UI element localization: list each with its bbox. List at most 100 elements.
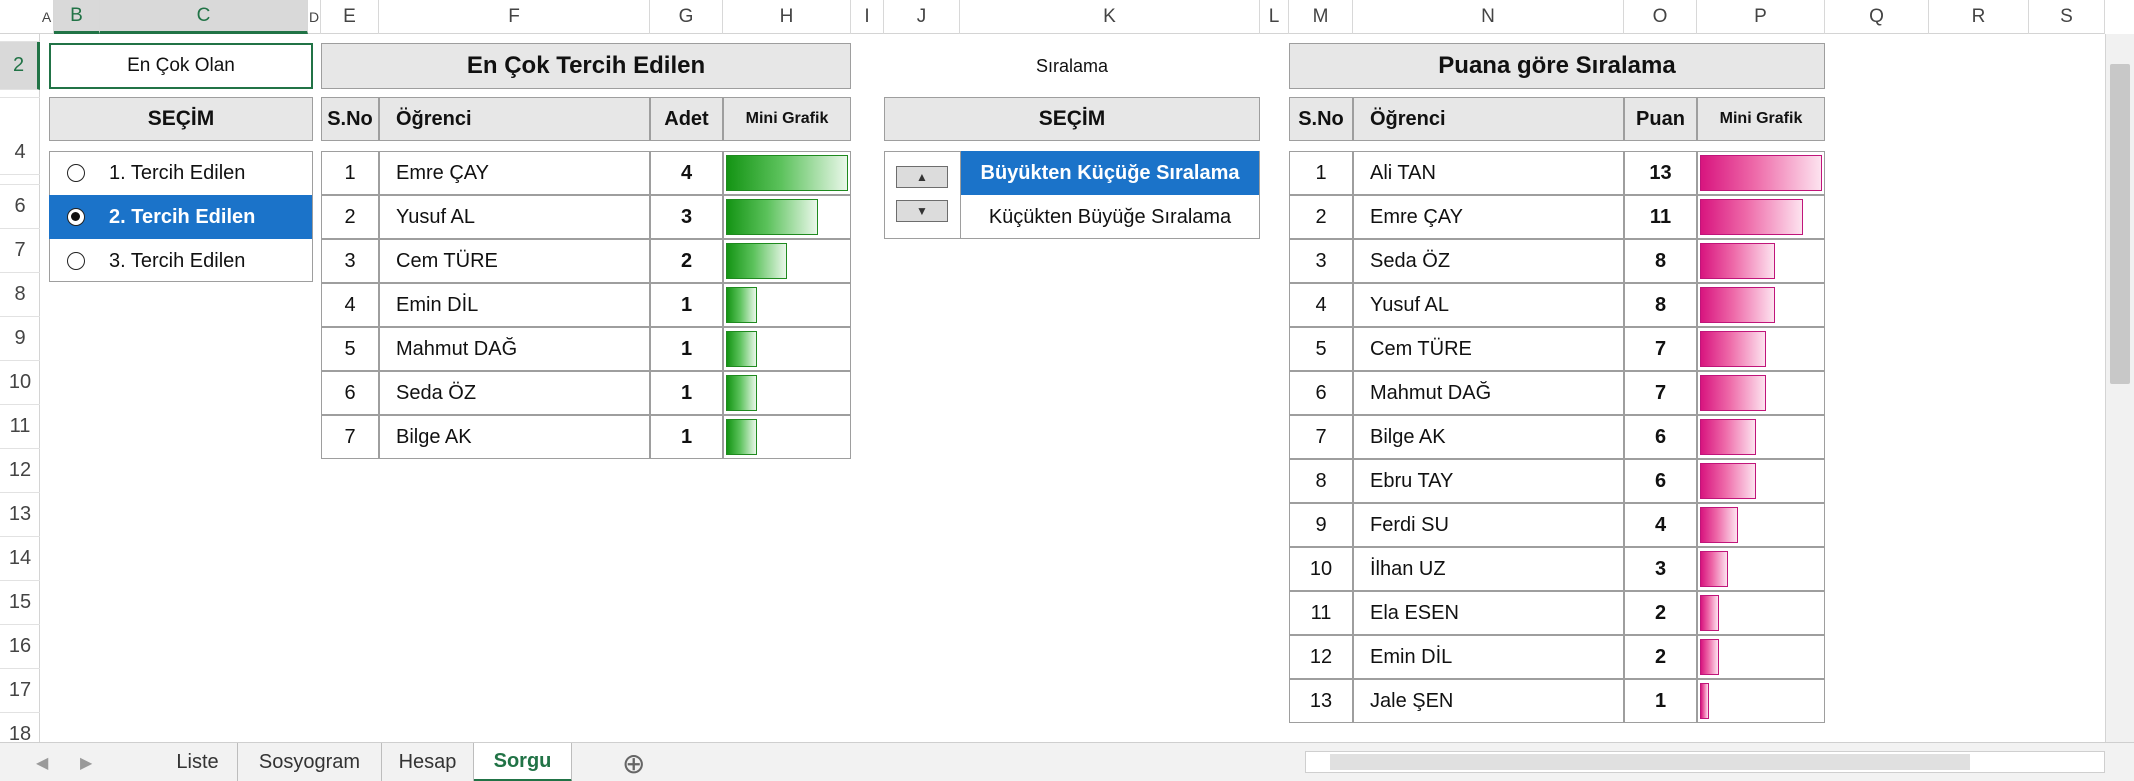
option-2-tercih[interactable]: 2. Tercih Edilen xyxy=(49,195,312,239)
row-header-1[interactable] xyxy=(0,34,40,42)
radio-button-icon[interactable] xyxy=(67,164,85,182)
column-header-h[interactable]: H xyxy=(723,0,851,34)
row-header-9[interactable]: 9 xyxy=(0,317,40,361)
top-row-sno-cell: 3 xyxy=(321,239,379,283)
vertical-scrollbar[interactable] xyxy=(2105,34,2134,742)
en-cok-olan-cell[interactable]: En Çok Olan xyxy=(49,43,313,89)
row-header-3[interactable] xyxy=(0,90,40,98)
column-header-e[interactable]: E xyxy=(321,0,379,34)
excel-window: ABCDEFGHIJKLMNOPQRS 2 4 6 7 8 9 10 11 12 13 14 15 16… xyxy=(0,0,2134,781)
column-header-g[interactable]: G xyxy=(650,0,723,34)
top-row-sno-cell: 7 xyxy=(321,415,379,459)
horizontal-scrollbar[interactable] xyxy=(1305,751,2105,773)
tab-scroll-right-icon[interactable]: ▶ xyxy=(80,753,92,773)
score-row-name-cell: Seda ÖZ xyxy=(1353,239,1624,283)
column-header-c[interactable]: C xyxy=(100,0,308,34)
score-row-value-cell: 11 xyxy=(1624,195,1697,239)
row-header-13[interactable]: 13 xyxy=(0,493,40,537)
score-row-value-cell: 7 xyxy=(1624,327,1697,371)
score-row-sno-cell: 6 xyxy=(1289,371,1353,415)
radio-button-icon[interactable] xyxy=(67,208,85,226)
score-row-bar xyxy=(1700,595,1719,631)
row-header-17[interactable]: 17 xyxy=(0,669,40,713)
top-row-name-cell: Seda ÖZ xyxy=(379,371,650,415)
top-row-bar xyxy=(726,419,757,455)
score-row-value-cell: 7 xyxy=(1624,371,1697,415)
tab-liste[interactable]: Liste xyxy=(158,743,238,781)
vertical-scroll-thumb[interactable] xyxy=(2110,64,2130,384)
score-row-bar xyxy=(1700,551,1728,587)
score-row-bar xyxy=(1700,199,1803,235)
score-row-name-cell: Emre ÇAY xyxy=(1353,195,1624,239)
sort-up-button[interactable]: ▲ xyxy=(896,166,948,188)
column-header-f[interactable]: F xyxy=(379,0,650,34)
top-row-name-cell: Bilge AK xyxy=(379,415,650,459)
column-header-i[interactable]: I xyxy=(851,0,884,34)
column-header-m[interactable]: M xyxy=(1289,0,1353,34)
option-3-tercih[interactable]: 3. Tercih Edilen xyxy=(49,239,312,283)
column-header-q[interactable]: Q xyxy=(1825,0,1929,34)
score-row-value-cell: 2 xyxy=(1624,635,1697,679)
score-row-sno-cell: 13 xyxy=(1289,679,1353,723)
row-header-12[interactable]: 12 xyxy=(0,449,40,493)
row-header-15[interactable]: 15 xyxy=(0,581,40,625)
column-header-d[interactable]: D xyxy=(308,0,321,34)
score-row-name-cell: Ela ESEN xyxy=(1353,591,1624,635)
score-row-name-cell: Mahmut DAĞ xyxy=(1353,371,1624,415)
tab-sosyogram[interactable]: Sosyogram xyxy=(238,743,382,781)
top-table-title-label: En Çok Tercih Edilen xyxy=(466,52,706,79)
top-row-bar xyxy=(726,199,818,235)
column-header-n[interactable]: N xyxy=(1353,0,1624,34)
score-row-bar xyxy=(1700,463,1756,499)
row-header-4[interactable]: 4 xyxy=(0,131,40,175)
top-row-value-cell: 2 xyxy=(650,239,723,283)
top-header-sno: S.No xyxy=(321,97,379,141)
score-row-value-cell: 6 xyxy=(1624,415,1697,459)
column-header-l[interactable]: L xyxy=(1260,0,1289,34)
tab-sorgu[interactable]: Sorgu xyxy=(474,743,572,781)
score-row-name-cell: Emin DİL xyxy=(1353,635,1624,679)
column-header-o[interactable]: O xyxy=(1624,0,1697,34)
add-sheet-icon[interactable]: ⊕ xyxy=(622,747,645,780)
score-row-bar xyxy=(1700,375,1766,411)
sort-selection-header-label: SEÇİM xyxy=(1038,107,1106,130)
horizontal-scroll-thumb[interactable] xyxy=(1330,754,1970,770)
sort-option-2[interactable]: Küçükten Büyüğe Sıralama xyxy=(961,195,1259,239)
column-header-b[interactable]: B xyxy=(54,0,100,34)
column-header-r[interactable]: R xyxy=(1929,0,2029,34)
score-row-bar xyxy=(1700,639,1719,675)
tab-hesap[interactable]: Hesap xyxy=(382,743,474,781)
tab-scroll-left-icon[interactable]: ◀ xyxy=(36,753,48,773)
top-row-name-cell: Emin DİL xyxy=(379,283,650,327)
top-header-mini-label: Mini Grafik xyxy=(745,110,829,127)
radio-button-icon[interactable] xyxy=(67,252,85,270)
option-1-tercih[interactable]: 1. Tercih Edilen xyxy=(49,151,312,195)
row-header-14[interactable]: 14 xyxy=(0,537,40,581)
score-row-name-cell: Yusuf AL xyxy=(1353,283,1624,327)
row-header-11[interactable]: 11 xyxy=(0,405,40,449)
up-arrow-icon: ▲ xyxy=(916,170,928,184)
row-header-10[interactable]: 10 xyxy=(0,361,40,405)
column-header-s[interactable]: S xyxy=(2029,0,2105,34)
row-header-7[interactable]: 7 xyxy=(0,229,40,273)
row-header-6[interactable]: 6 xyxy=(0,185,40,229)
row-header-16[interactable]: 16 xyxy=(0,625,40,669)
top-row-value-cell: 1 xyxy=(650,415,723,459)
top-header-count: Adet xyxy=(650,97,723,141)
sort-down-button[interactable]: ▼ xyxy=(896,200,948,222)
score-row-bar xyxy=(1700,683,1709,719)
score-row-sno-cell: 3 xyxy=(1289,239,1353,283)
score-row-name-cell: Jale ŞEN xyxy=(1353,679,1624,723)
score-header-mini: Mini Grafik xyxy=(1697,97,1825,141)
row-header-5[interactable] xyxy=(0,175,40,185)
option-label: 3. Tercih Edilen xyxy=(109,249,246,272)
score-row-bar xyxy=(1700,331,1766,367)
column-header-a[interactable]: A xyxy=(40,0,54,34)
column-header-j[interactable]: J xyxy=(884,0,960,34)
column-header-p[interactable]: P xyxy=(1697,0,1825,34)
sort-option-1[interactable]: Büyükten Küçüğe Sıralama xyxy=(961,151,1259,195)
row-header-8[interactable]: 8 xyxy=(0,273,40,317)
column-header-k[interactable]: K xyxy=(960,0,1260,34)
score-header-points: Puan xyxy=(1624,97,1697,141)
row-header-2[interactable]: 2 xyxy=(0,42,40,90)
